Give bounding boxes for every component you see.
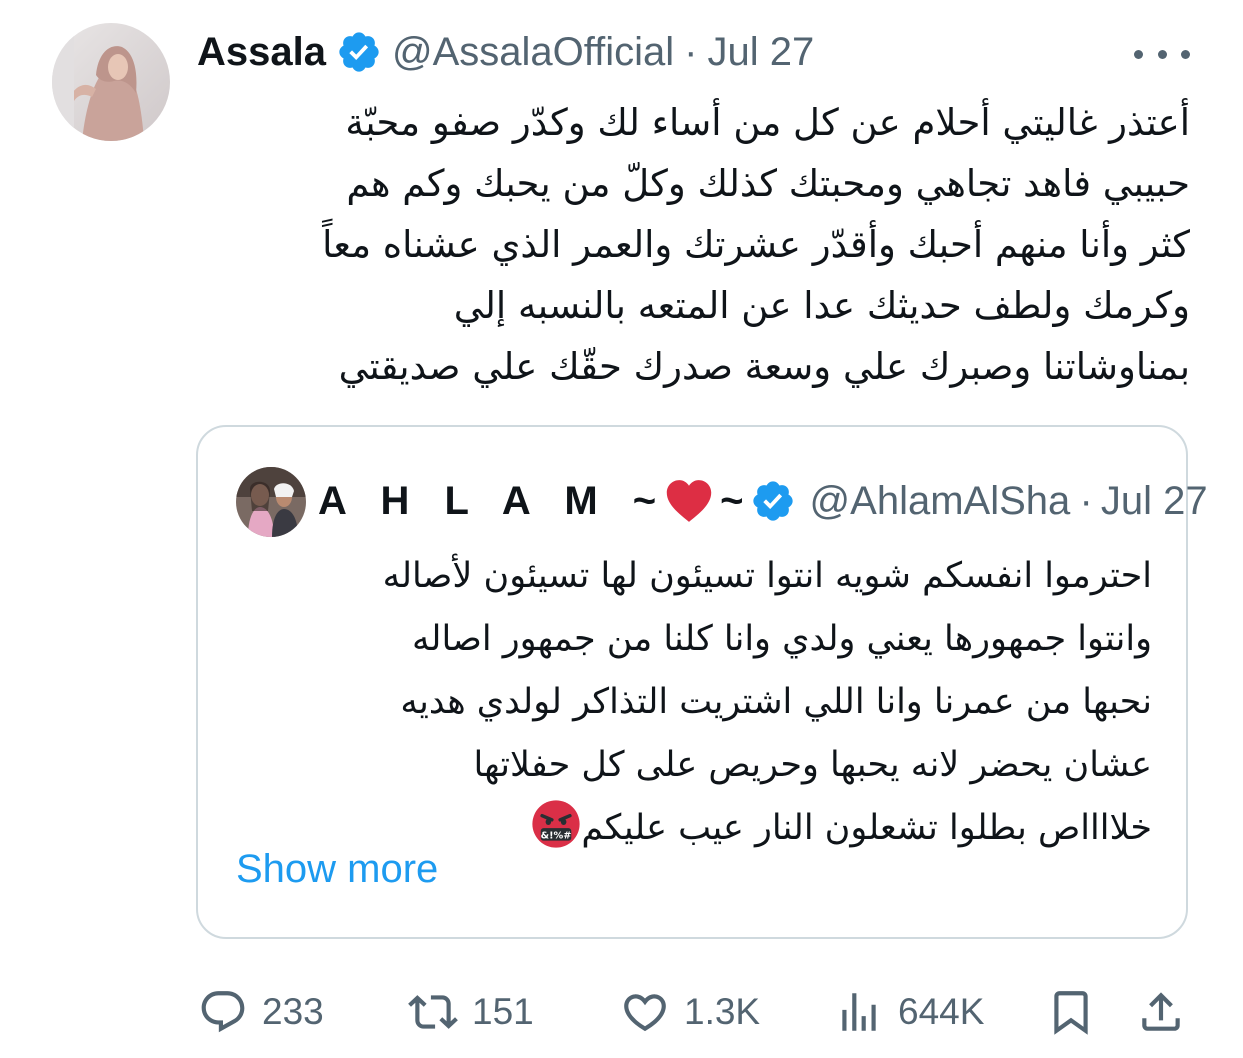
quoted-tweet-card[interactable]: A H L A M ~ ~ @AhlamAlShamsi · Jul 27 اح… [196,425,1208,939]
tweet-actions-bar: 233 151 1.3K 644K [0,982,1243,1042]
reply-bubble-icon [201,991,245,1033]
like-count: 1.3K [684,991,761,1032]
header-separator: · [684,29,698,74]
tweet-text-line: وكرمك ولطف حديثك عدا عن المتعه بالنسبه إ… [453,284,1190,327]
quoted-header-separator: · [1079,478,1093,523]
quoted-author-handle: @AhlamAlShamsi [809,478,1072,523]
tweet-text-line: أعتذر غاليتي أحلام عن كل من أساء لك وكدّ… [345,101,1190,144]
red-heart-icon [664,478,714,524]
like-button[interactable]: 1.3K [620,982,760,1042]
bookmark-button[interactable] [1046,982,1096,1042]
views-button[interactable]: 644K [834,982,984,1042]
quoted-tweet-text: احترموا انفسكم شويه انتوا تسيئون لها تسي… [234,545,1152,860]
more-horizontal-icon[interactable] [1134,40,1190,68]
view-count: 644K [898,991,985,1032]
svg-text:#%!&: #%!& [541,831,572,842]
tweet-header: Assala @AssalaOfficial · Jul 27 [197,24,814,80]
cursing-face-emoji-icon: #%!& [531,799,581,849]
repost-count: 151 [472,991,534,1032]
tweet-text-line: حبيبي فاهد تجاهي ومحبتك كذلك وكلّ من يحب… [346,162,1190,205]
reply-button[interactable]: 233 [198,982,324,1042]
quoted-text-line: عشان يحضر لانه يحبها وحريص على كل حفلاته… [473,745,1152,785]
quoted-text-line: وانتوا جمهورها يعني ولدي وانا كلنا من جم… [412,619,1152,659]
tweet-text-line: كثر وأنا منهم أحبك وأقدّر عشرتك والعمر ا… [322,223,1190,266]
tweet-text: أعتذر غاليتي أحلام عن كل من أساء لك وكدّ… [200,92,1190,397]
tweet-timestamp[interactable]: Jul 27 [708,30,815,75]
heart-outline-icon [624,994,666,1032]
share-upload-icon [1142,992,1180,1031]
show-more-link[interactable]: Show more [236,847,438,892]
verified-badge-icon [750,478,796,524]
quoted-text-line: نحبها من عمرنا وانا اللي اشتريت التذاكر … [400,682,1152,722]
verified-badge-icon [336,29,382,75]
quoted-author-avatar [236,467,306,537]
quoted-tweet-header: A H L A M ~ ~ @AhlamAlShamsi · Jul 27 [318,473,1208,529]
share-button[interactable] [1136,982,1186,1042]
quoted-text-line: احترموا انفسكم شويه انتوا تسيئون لها تسي… [382,556,1152,596]
bookmark-icon [1054,991,1088,1035]
author-avatar[interactable] [52,23,170,141]
quoted-handle-wrapper: @AhlamAlShamsi [810,479,1072,524]
repost-arrows-icon [408,995,458,1029]
quoted-tweet-timestamp: Jul 27 [1100,478,1208,523]
quoted-text-last: خلااااص بطلوا تشعلون النار عيب عليكم [581,808,1152,848]
author-display-name[interactable]: Assala [197,30,326,75]
bar-chart-icon [842,993,876,1031]
reply-count: 233 [262,991,324,1032]
author-handle[interactable]: @AssalaOfficial [392,30,674,75]
quoted-author-display-name: A H L A M ~ [318,478,669,523]
quoted-author-name-suffix: ~ [720,478,744,523]
repost-button[interactable]: 151 [408,982,534,1042]
tweet-text-line: بمناوشاتنا وصبرك علي وسعة صدرك حقّك علي … [338,345,1190,388]
